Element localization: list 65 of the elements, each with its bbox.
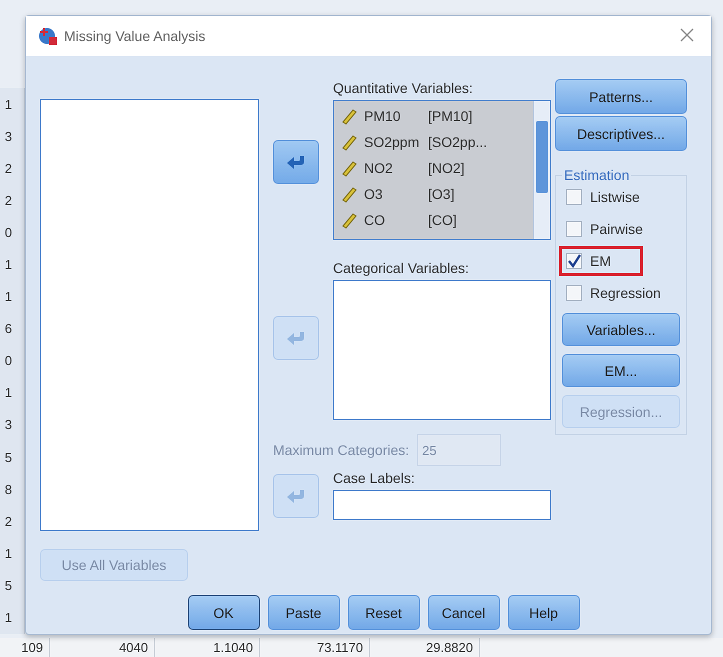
row-number: 2: [4, 160, 13, 178]
row-number: 1: [4, 288, 13, 306]
arrow-icon: [286, 154, 306, 170]
arrow-icon: [286, 330, 306, 346]
checkbox-option[interactable]: Listwise: [562, 185, 680, 209]
dialog-button[interactable]: Reset: [348, 595, 420, 630]
app-icon: [38, 26, 58, 46]
row-number: 1: [4, 609, 13, 628]
input-field[interactable]: [333, 490, 551, 520]
row-number: 3: [4, 416, 13, 434]
dialog-button[interactable]: Help: [508, 595, 580, 630]
table-cell: 73.1170: [260, 638, 370, 657]
variable-name: CO: [364, 212, 386, 228]
dialog-button[interactable]: EM...: [562, 354, 680, 387]
variable-name: SO2ppm: [364, 134, 420, 150]
dialog-button[interactable]: Cancel: [428, 595, 500, 630]
ruler-icon: [340, 132, 358, 150]
dialog-button[interactable]: Variables...: [562, 313, 680, 346]
arrow-icon: [286, 488, 306, 504]
row-number: 1: [4, 384, 13, 402]
checkbox-option[interactable]: EM: [562, 249, 640, 273]
group-title: Estimation: [563, 167, 630, 183]
field-label: Categorical Variables:: [333, 260, 470, 276]
ruler-icon: [340, 106, 358, 124]
row-number: 0: [4, 352, 13, 370]
checkbox-option[interactable]: Pairwise: [562, 217, 680, 241]
quantitative-variables-list[interactable]: PM10 [PM10] SO2ppm [SO2pp... NO2 [NO2] O3 [O3] CO [CO]: [333, 100, 551, 240]
variable-label: [NO2]: [428, 160, 465, 176]
row-number: 1: [4, 96, 13, 114]
table-cell: 29.8820: [370, 638, 480, 657]
ruler-icon: [340, 210, 358, 228]
table-cell: 4040: [50, 638, 155, 657]
row-number: 1: [4, 256, 13, 274]
row-number: 6: [4, 320, 13, 338]
dialog-button[interactable]: Paste: [268, 595, 340, 630]
variable-name: O3: [364, 186, 384, 202]
row-number: 5: [4, 576, 13, 595]
dialog-button[interactable]: OK: [188, 595, 260, 630]
scroll-bar[interactable]: [533, 101, 550, 239]
move-button[interactable]: [273, 140, 319, 184]
window-title: Missing Value Analysis: [64, 28, 206, 44]
row-number: 5: [4, 448, 13, 467]
table-cell: 109: [0, 638, 50, 657]
variable-label: [SO2pp...: [428, 134, 488, 150]
dialog-button[interactable]: Patterns...: [555, 79, 687, 114]
row-number: 0: [4, 224, 13, 242]
categorical-variables-list[interactable]: [333, 280, 551, 420]
variable-label: [CO]: [428, 212, 457, 228]
variable-label: [O3]: [428, 186, 454, 202]
dialog-button[interactable]: Descriptives...: [555, 116, 687, 151]
field-label: Case Labels:: [333, 470, 416, 486]
row-number: 8: [4, 480, 13, 499]
field-label: Maximum Categories:: [273, 442, 410, 458]
row-number: 3: [4, 128, 13, 146]
field-label: Quantitative Variables:: [333, 80, 474, 96]
row-number: 1: [4, 544, 13, 563]
variable-label: [PM10]: [428, 108, 472, 124]
table-cell: 1.1040: [155, 638, 260, 657]
ruler-icon: [340, 184, 358, 202]
row-number: 2: [4, 512, 13, 531]
row-number: 2: [4, 192, 13, 210]
ruler-icon: [340, 158, 358, 176]
variable-name: NO2: [364, 160, 394, 176]
variable-name: PM10: [364, 108, 402, 124]
checkbox-option[interactable]: Regression: [562, 281, 680, 305]
